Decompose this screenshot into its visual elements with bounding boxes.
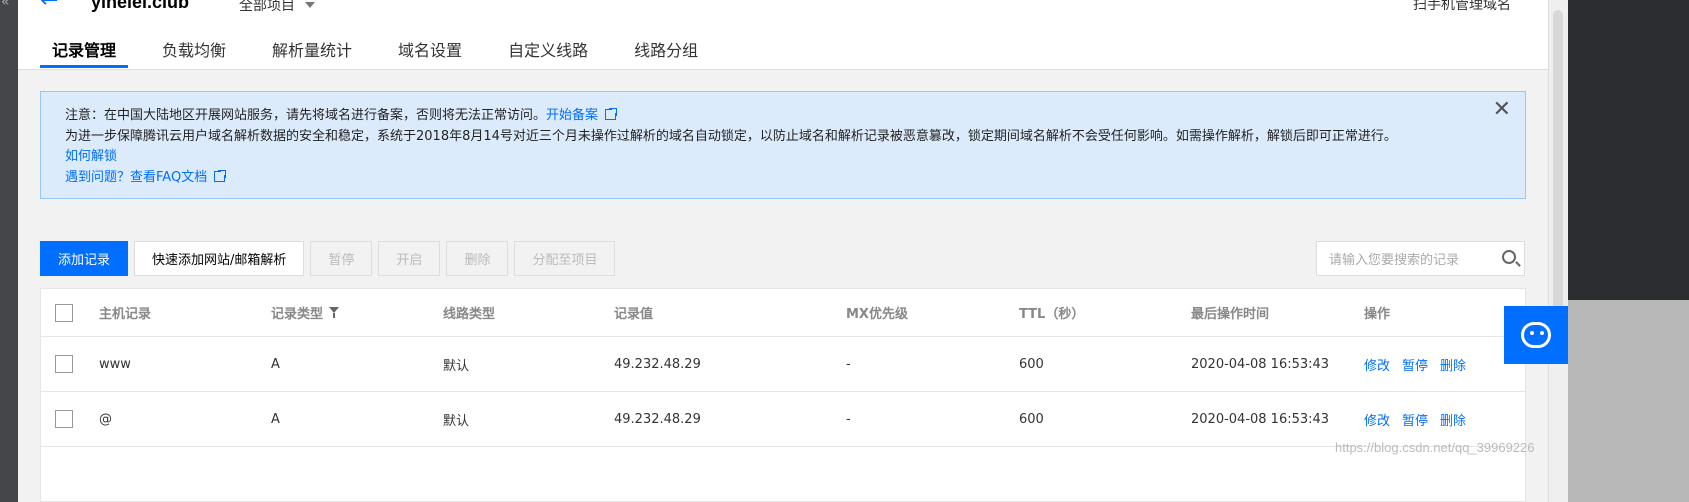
- search-input[interactable]: 请输入您要搜索的记录: [1316, 241, 1525, 276]
- search-icon[interactable]: [1502, 250, 1516, 264]
- delete-link[interactable]: 删除: [1440, 355, 1466, 374]
- how-to-unlock-link[interactable]: 如何解锁: [65, 149, 117, 164]
- cell-time: 2020-04-08 16:53:43: [1191, 411, 1330, 427]
- edit-link[interactable]: 修改: [1364, 355, 1390, 374]
- cell-host: www: [99, 356, 131, 372]
- tab-records[interactable]: 记录管理: [40, 30, 129, 68]
- customer-service-button[interactable]: [1504, 306, 1568, 364]
- scrollbar[interactable]: [1548, 0, 1568, 502]
- add-record-button[interactable]: 添加记录: [40, 241, 129, 276]
- cell-ops: 修改 暂停 删除: [1364, 392, 1466, 446]
- domain-title: yinelei.club: [91, 0, 190, 12]
- chat-bot-icon: [1521, 322, 1551, 348]
- left-sidebar-strip: «: [0, 0, 18, 502]
- dark-panel: [1568, 0, 1689, 300]
- records-toolbar: 添加记录 快速添加网站/邮箱解析 暂停 开启 删除 分配至项目: [40, 241, 616, 276]
- assign-project-button[interactable]: 分配至项目: [514, 241, 616, 276]
- tab-bar: 记录管理 负载均衡 解析量统计 域名设置 自定义线路 线路分组: [40, 30, 732, 68]
- delete-button[interactable]: 删除: [446, 241, 509, 276]
- pause-button[interactable]: 暂停: [310, 241, 373, 276]
- quick-add-button[interactable]: 快速添加网站/邮箱解析: [134, 241, 305, 276]
- col-time: 最后操作时间: [1191, 307, 1270, 322]
- notice-line-2: 为进一步保障腾讯云用户域名解析数据的安全和稳定，系统于2018年8月14号对近三…: [65, 128, 1397, 144]
- table-header-row: 主机记录 记录类型 线路类型 记录值 MX优先级 TTL（秒） 最后操作时间 操…: [41, 289, 1527, 337]
- cell-value: 49.232.48.29: [614, 356, 701, 372]
- mobile-manage-link[interactable]: 扫手机管理域名: [1413, 0, 1511, 14]
- pause-link[interactable]: 暂停: [1402, 355, 1428, 374]
- col-value: 记录值: [614, 307, 654, 322]
- chevron-down-icon: [305, 2, 315, 8]
- cell-type: A: [271, 356, 280, 372]
- cell-host: @: [99, 411, 112, 427]
- cell-value: 49.232.48.29: [614, 411, 701, 427]
- cell-mx: -: [846, 411, 851, 427]
- tab-stats[interactable]: 解析量统计: [260, 30, 364, 68]
- tab-load-balance[interactable]: 负载均衡: [150, 30, 238, 68]
- notice-banner: 注意：在中国大陆地区开展网站服务，请先将域名进行备案，否则将无法正常访问。开始备…: [40, 91, 1526, 199]
- close-icon[interactable]: ✕: [1493, 99, 1511, 121]
- delete-link[interactable]: 删除: [1440, 410, 1466, 429]
- search-placeholder: 请输入您要搜索的记录: [1329, 253, 1460, 268]
- cell-type: A: [271, 411, 280, 427]
- col-type-label: 记录类型: [271, 307, 324, 322]
- filter-icon[interactable]: [329, 306, 340, 318]
- pause-link[interactable]: 暂停: [1402, 410, 1428, 429]
- col-ops: 操作: [1364, 307, 1391, 322]
- notice-line-1: 注意：在中国大陆地区开展网站服务，请先将域名进行备案，否则将无法正常访问。开始备…: [65, 106, 1501, 127]
- col-ttl: TTL（秒）: [1019, 307, 1085, 322]
- cell-mx: -: [846, 356, 851, 372]
- project-select-value: 全部项目: [239, 0, 295, 14]
- scrollbar-thumb[interactable]: [1553, 10, 1563, 330]
- row-checkbox[interactable]: [55, 355, 73, 373]
- faq-prefix: 遇到问题？: [65, 169, 131, 185]
- cell-time: 2020-04-08 16:53:43: [1191, 356, 1330, 372]
- icp-filing-link[interactable]: 开始备案: [546, 108, 598, 123]
- edit-link[interactable]: 修改: [1364, 410, 1390, 429]
- notice-text: 注意：在中国大陆地区开展网站服务，请先将域名进行备案，否则将无法正常访问。: [65, 108, 547, 123]
- collapse-icon[interactable]: «: [1, 0, 10, 10]
- cell-ops: 修改 暂停 删除: [1364, 337, 1466, 391]
- page-header: ← yinelei.club 全部项目 扫手机管理域名 记录管理 负载均衡 解析…: [18, 0, 1548, 70]
- cell-ttl: 600: [1019, 411, 1044, 427]
- table-row: www A 默认 49.232.48.29 - 600 2020-04-08 1…: [41, 337, 1527, 392]
- col-mx: MX优先级: [846, 307, 908, 322]
- tab-domain-settings[interactable]: 域名设置: [386, 30, 474, 68]
- cell-ttl: 600: [1019, 356, 1044, 372]
- col-host: 主机记录: [99, 307, 152, 322]
- faq-link[interactable]: 查看FAQ文档: [130, 170, 207, 185]
- select-all-checkbox[interactable]: [55, 303, 73, 322]
- col-type[interactable]: 记录类型: [271, 289, 340, 336]
- records-table: 主机记录 记录类型 线路类型 记录值 MX优先级 TTL（秒） 最后操作时间 操…: [40, 288, 1527, 502]
- watermark: https://blog.csdn.net/qq_39969226: [1335, 440, 1535, 455]
- back-arrow-icon[interactable]: ←: [40, 0, 58, 13]
- col-line: 线路类型: [443, 307, 496, 322]
- cell-line: 默认: [443, 413, 470, 429]
- external-link-icon: [214, 168, 228, 182]
- background-panel: [1568, 0, 1689, 502]
- table-row: @ A 默认 49.232.48.29 - 600 2020-04-08 16:…: [41, 392, 1527, 447]
- project-select[interactable]: 全部项目: [239, 0, 315, 15]
- external-link-icon: [605, 107, 619, 120]
- row-checkbox[interactable]: [55, 410, 73, 428]
- tab-line-group[interactable]: 线路分组: [622, 30, 710, 68]
- enable-button[interactable]: 开启: [378, 241, 441, 276]
- tab-custom-line[interactable]: 自定义线路: [496, 30, 600, 68]
- cell-line: 默认: [443, 358, 470, 374]
